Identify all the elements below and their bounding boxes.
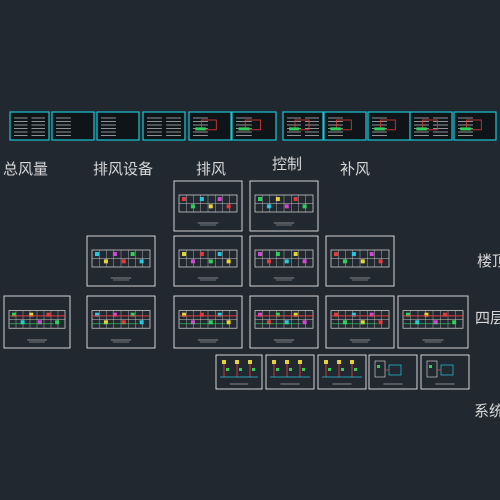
- floor-plan-sheet-10[interactable]: [249, 295, 319, 349]
- cad-drawing-canvas[interactable]: [0, 0, 500, 500]
- floor-plan-sheet-12[interactable]: [397, 295, 469, 349]
- label-fourth-floor: 四层: [475, 309, 500, 327]
- system-diagram-sheet-4[interactable]: [368, 354, 418, 390]
- floor-plan-sheet-1[interactable]: [173, 180, 243, 232]
- label-control: 控制: [272, 155, 303, 173]
- drawing-sheets: [3, 111, 497, 390]
- floor-plan-sheet-2[interactable]: [249, 180, 319, 232]
- floor-plan-sheet-9[interactable]: [173, 295, 243, 349]
- title-sheet-2[interactable]: [51, 111, 95, 141]
- floor-plan-sheet-5[interactable]: [249, 235, 319, 287]
- title-sheet-4[interactable]: [142, 111, 186, 141]
- floor-plan-sheet-7[interactable]: [3, 295, 71, 349]
- label-total-air: 总风量: [3, 160, 49, 178]
- system-diagram-sheet-2[interactable]: [265, 354, 315, 390]
- title-sheet-8[interactable]: [323, 111, 367, 141]
- floor-plan-sheet-3[interactable]: [86, 235, 156, 287]
- label-system: 系统: [474, 402, 500, 420]
- title-sheet-10[interactable]: [409, 111, 453, 141]
- title-sheet-3[interactable]: [96, 111, 140, 141]
- floor-plan-sheet-4[interactable]: [173, 235, 243, 287]
- floor-plan-sheet-6[interactable]: [325, 235, 395, 287]
- floor-plan-sheet-11[interactable]: [325, 295, 395, 349]
- title-sheet-7[interactable]: [282, 111, 324, 141]
- floor-plan-sheet-8[interactable]: [86, 295, 156, 349]
- system-diagram-sheet-3[interactable]: [317, 354, 367, 390]
- label-exhaust-equipment: 排风设备: [93, 160, 154, 178]
- system-diagram-sheet-1[interactable]: [215, 354, 263, 390]
- title-sheet-6[interactable]: [231, 111, 277, 141]
- label-roof: 楼顶: [477, 252, 500, 270]
- title-sheet-11[interactable]: [453, 111, 497, 141]
- title-sheet-1[interactable]: [9, 111, 50, 141]
- title-sheet-9[interactable]: [367, 111, 411, 141]
- system-diagram-sheet-5[interactable]: [420, 354, 470, 390]
- label-supply: 补风: [340, 160, 371, 178]
- title-sheet-5[interactable]: [188, 111, 232, 141]
- label-exhaust: 排风: [196, 160, 227, 178]
